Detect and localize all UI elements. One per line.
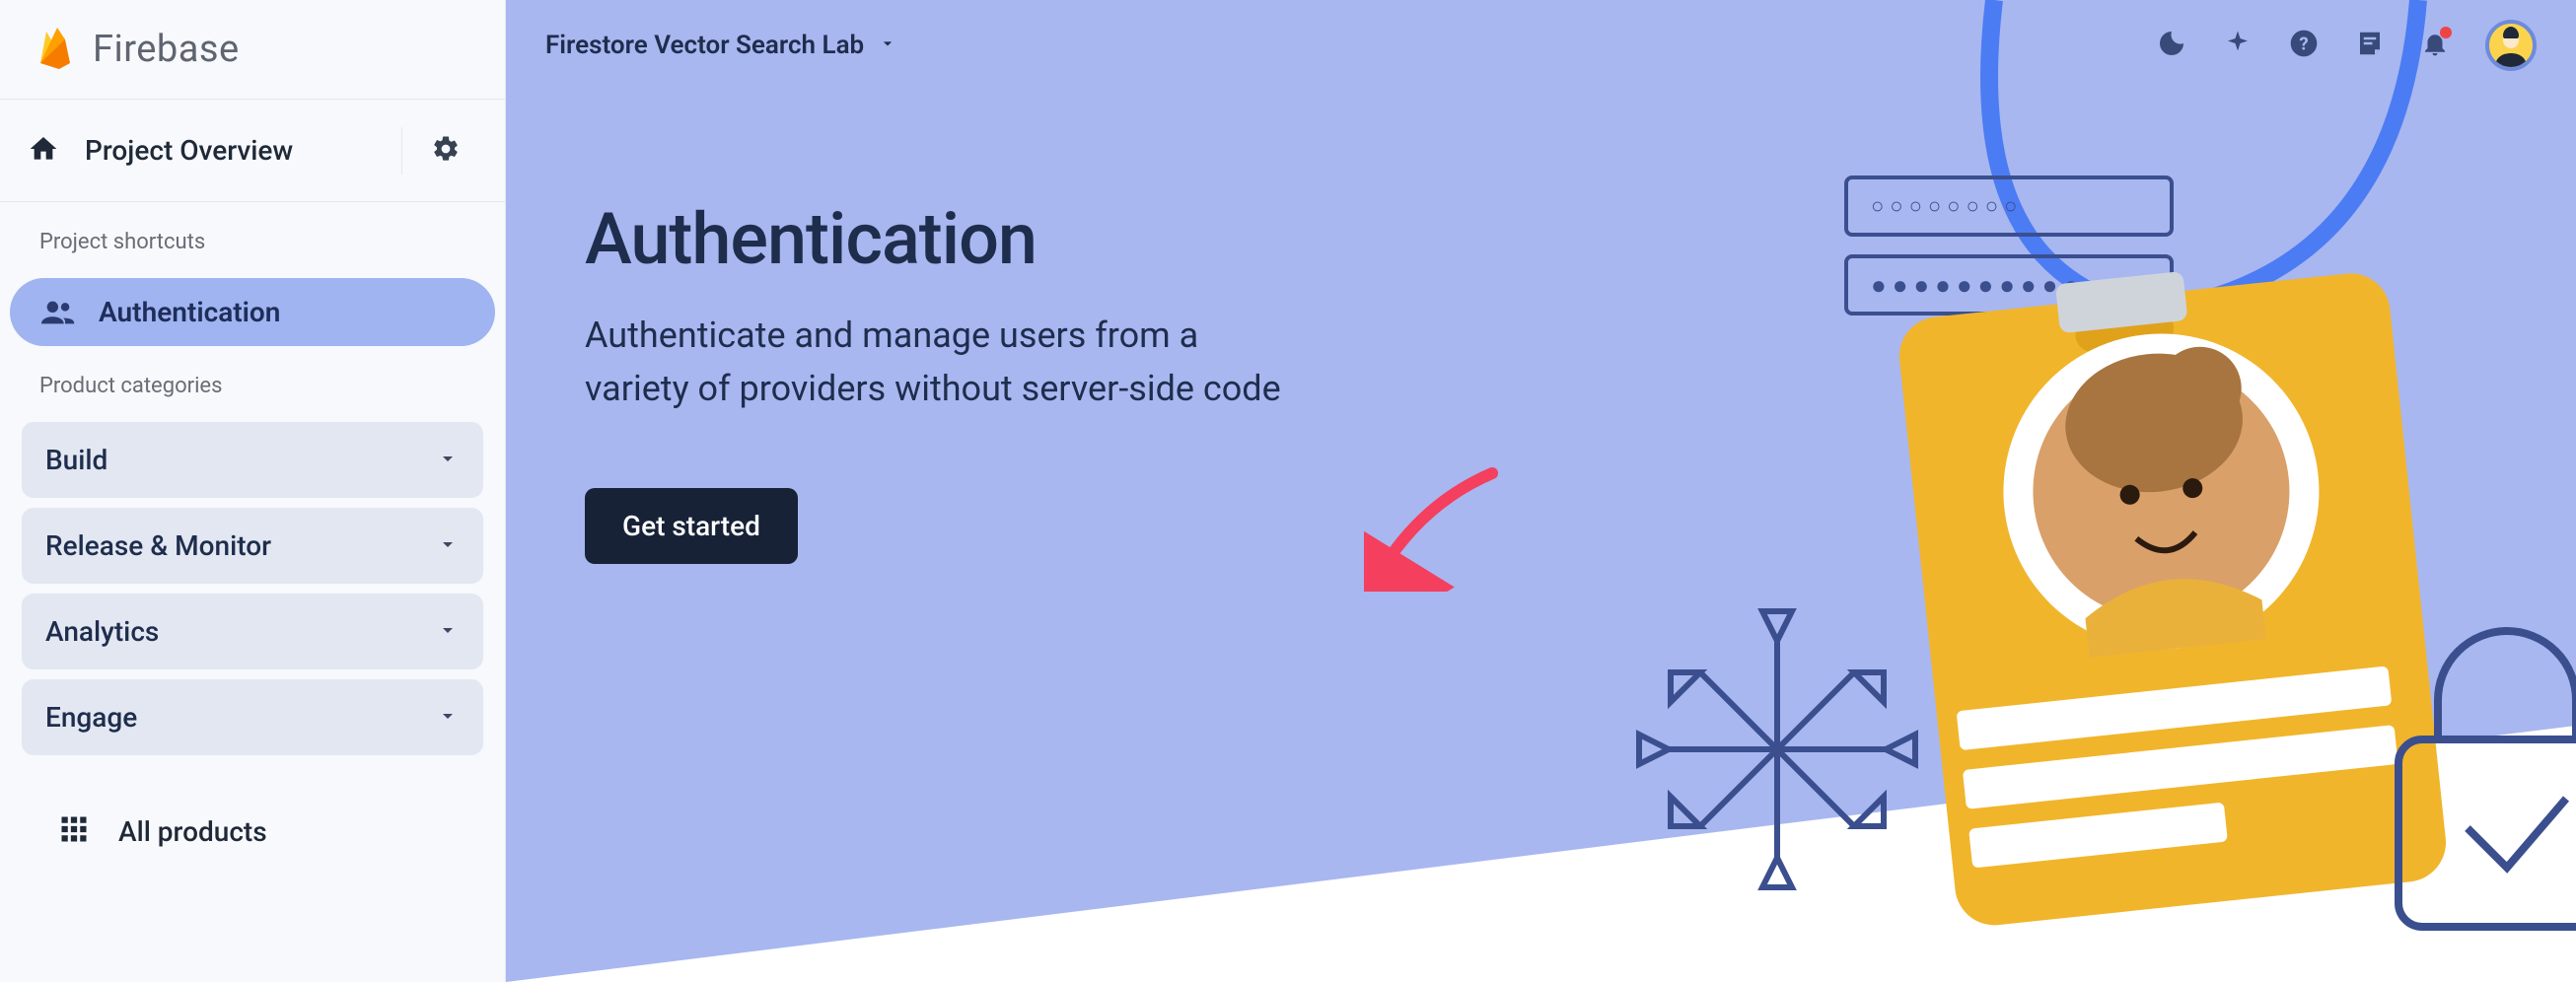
project-overview-label: Project Overview	[85, 134, 293, 167]
categories-heading: Product categories	[0, 346, 505, 422]
divider	[401, 127, 402, 175]
help-button[interactable]: ?	[2288, 28, 2320, 63]
shortcut-label: Authentication	[99, 296, 280, 328]
project-name: Firestore Vector Search Lab	[545, 31, 864, 60]
category-release-monitor[interactable]: Release & Monitor	[22, 508, 483, 584]
caret-down-icon	[878, 34, 897, 57]
sidebar: Firebase Project Overview Project shortc…	[0, 0, 506, 982]
svg-text:?: ?	[2299, 34, 2308, 55]
hero-illustration: ○○○○○○○○ ●●●●●●●●●●●●	[1531, 0, 2576, 982]
chevron-down-icon	[436, 532, 460, 560]
user-avatar[interactable]	[2485, 20, 2537, 71]
svg-text:○○○○○○○○: ○○○○○○○○	[1871, 194, 2023, 219]
project-overview-link[interactable]: Project Overview	[28, 133, 390, 169]
main-content: Firestore Vector Search Lab ?	[506, 0, 2576, 982]
gear-icon	[431, 134, 461, 168]
topbar-actions: ?	[2156, 20, 2537, 71]
category-engage[interactable]: Engage	[22, 679, 483, 755]
category-analytics[interactable]: Analytics	[22, 594, 483, 669]
help-icon: ?	[2288, 28, 2320, 63]
chevron-down-icon	[436, 447, 460, 474]
people-icon	[41, 301, 75, 324]
chevron-down-icon	[436, 618, 460, 646]
docs-button[interactable]	[2355, 29, 2385, 62]
theme-toggle-button[interactable]	[2156, 28, 2187, 63]
get-started-button[interactable]: Get started	[585, 488, 798, 564]
page-title: Authentication	[585, 197, 1295, 281]
firebase-brand-name: Firebase	[93, 28, 240, 71]
chevron-down-icon	[436, 704, 460, 732]
notifications-button[interactable]	[2420, 29, 2450, 62]
project-switcher[interactable]: Firestore Vector Search Lab	[545, 31, 897, 60]
note-icon	[2355, 29, 2385, 62]
notification-dot	[2440, 27, 2452, 38]
topbar: Firestore Vector Search Lab ?	[506, 0, 2576, 91]
all-products-label: All products	[118, 815, 267, 848]
page-subtitle: Authenticate and manage users from a var…	[585, 309, 1295, 415]
sidebar-item-authentication[interactable]: Authentication	[10, 278, 495, 346]
hero-section: Firestore Vector Search Lab ?	[506, 0, 2576, 982]
grid-icon	[59, 814, 89, 848]
spark-button[interactable]	[2223, 29, 2253, 62]
annotation-arrow	[1364, 463, 1502, 596]
all-products-link[interactable]: All products	[0, 795, 505, 868]
category-build[interactable]: Build	[22, 422, 483, 498]
sparkle-icon	[2223, 29, 2253, 62]
project-settings-button[interactable]	[414, 134, 477, 168]
home-icon	[28, 133, 59, 169]
shortcuts-heading: Project shortcuts	[0, 202, 505, 278]
firebase-brand[interactable]: Firebase	[0, 0, 505, 100]
firebase-logo-icon	[36, 26, 75, 73]
moon-icon	[2156, 28, 2187, 63]
